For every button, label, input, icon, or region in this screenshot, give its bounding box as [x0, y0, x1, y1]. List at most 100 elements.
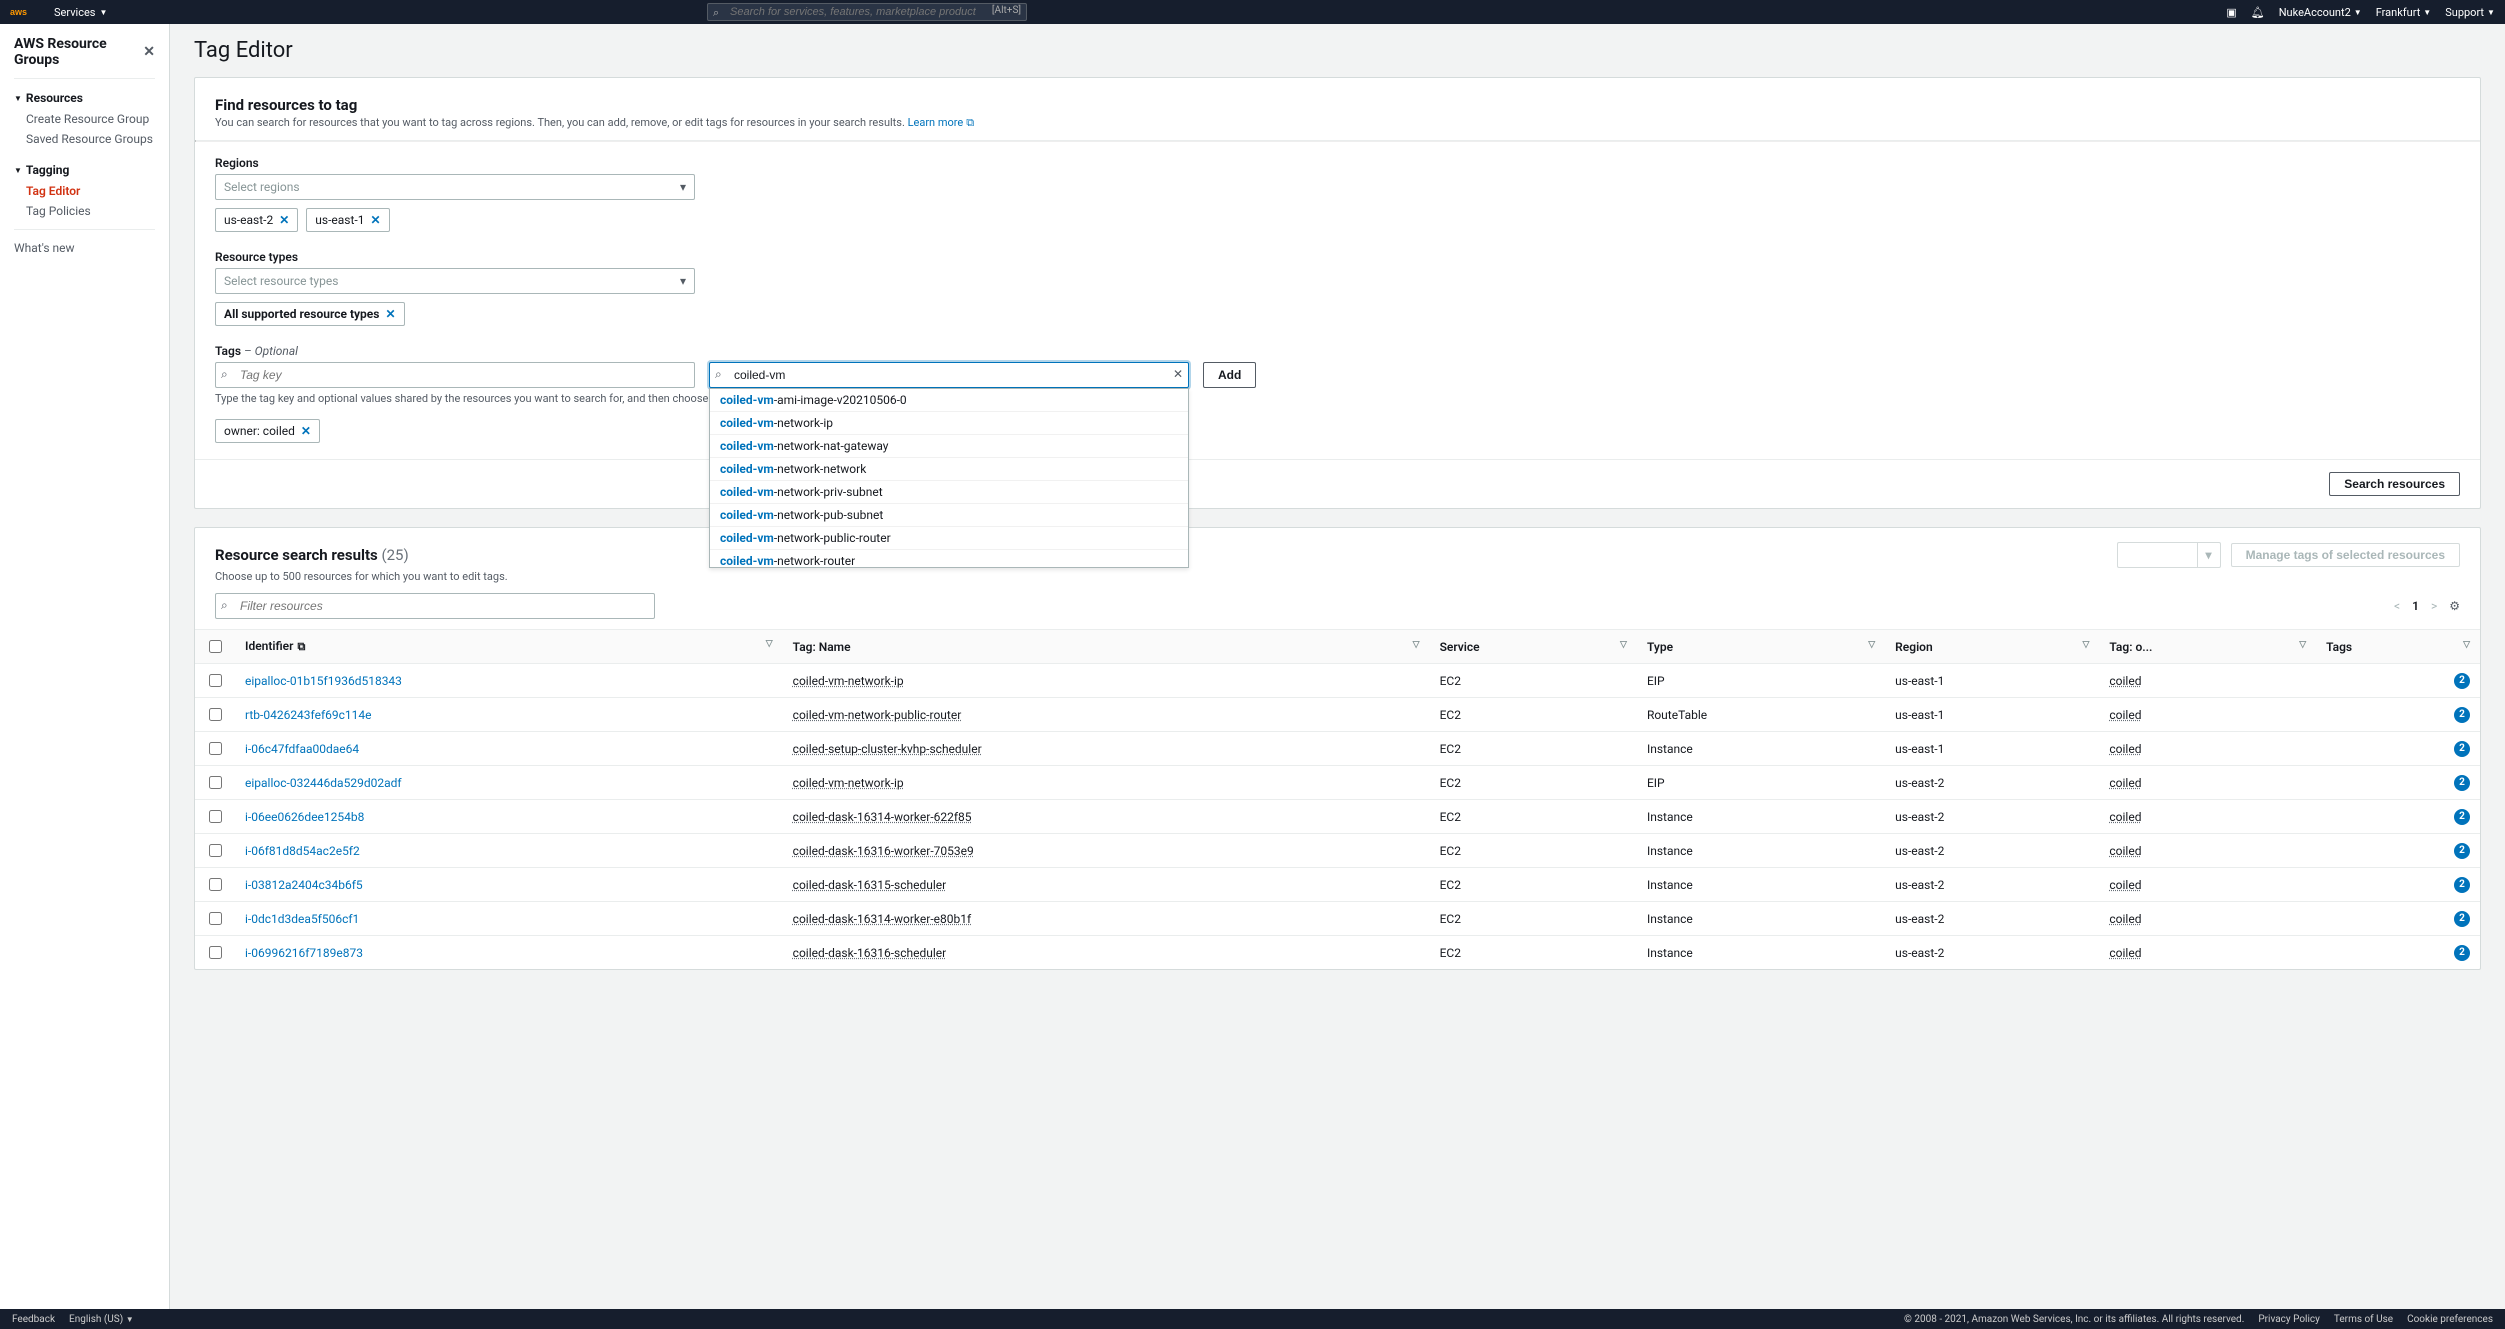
dropdown-option[interactable]: coiled-vm-network-ip — [710, 412, 1188, 435]
tags-count-badge[interactable]: 2 — [2454, 707, 2470, 723]
sidebar-item-tag-editor[interactable]: Tag Editor — [0, 181, 169, 201]
add-button[interactable]: Add — [1203, 362, 1256, 388]
terms-link[interactable]: Terms of Use — [2334, 1314, 2393, 1325]
col-tag-name[interactable]: Tag: Name▽ — [783, 630, 1430, 664]
tag-name-cell[interactable]: coiled-dask-16316-scheduler — [793, 946, 947, 960]
identifier-link[interactable]: rtb-0426243fef69c114e — [245, 708, 371, 722]
tags-count-badge[interactable]: 2 — [2454, 945, 2470, 961]
search-resources-button[interactable]: Search resources — [2329, 472, 2460, 496]
row-checkbox[interactable] — [209, 810, 222, 823]
dropdown-option[interactable]: coiled-vm-ami-image-v20210506-0 — [710, 389, 1188, 412]
filter-resources-input[interactable] — [215, 593, 655, 619]
tag-name-cell[interactable]: coiled-dask-16314-worker-e80b1f — [793, 912, 971, 926]
sidebar-item-whats-new[interactable]: What's new — [0, 238, 169, 258]
clear-input-icon[interactable]: ✕ — [1173, 367, 1183, 381]
settings-icon[interactable]: ⚙ — [2449, 599, 2460, 613]
col-type[interactable]: Type▽ — [1637, 630, 1885, 664]
dropdown-option[interactable]: coiled-vm-network-network — [710, 458, 1188, 481]
dropdown-option[interactable]: coiled-vm-network-pub-subnet — [710, 504, 1188, 527]
row-checkbox[interactable] — [209, 776, 222, 789]
learn-more-link[interactable]: Learn more⧉ — [908, 116, 975, 129]
tag-owner-cell[interactable]: coiled — [2109, 810, 2141, 824]
identifier-link[interactable]: eipalloc-01b15f1936d518343 — [245, 674, 402, 688]
row-checkbox[interactable] — [209, 878, 222, 891]
next-page-icon[interactable]: > — [2431, 599, 2437, 613]
row-checkbox[interactable] — [209, 844, 222, 857]
tags-count-badge[interactable]: 2 — [2454, 877, 2470, 893]
language-menu[interactable]: English (US) ▼ — [69, 1314, 134, 1325]
identifier-link[interactable]: i-06996216f7189e873 — [245, 946, 363, 960]
region-menu[interactable]: Frankfurt▼ — [2376, 6, 2432, 19]
regions-select[interactable]: Select regions ▾ — [215, 174, 695, 200]
resource-types-select[interactable]: Select resource types ▾ — [215, 268, 695, 294]
tag-owner-cell[interactable]: coiled — [2109, 708, 2141, 722]
tag-name-cell[interactable]: coiled-dask-16314-worker-622f85 — [793, 810, 972, 824]
tags-count-badge[interactable]: 2 — [2454, 741, 2470, 757]
external-link-icon: ⧉ — [966, 116, 974, 130]
chip-remove-icon[interactable]: ✕ — [279, 213, 289, 227]
sidebar-section-tagging[interactable]: Tagging — [0, 159, 169, 181]
sidebar-item-create-resource-group[interactable]: Create Resource Group — [0, 109, 169, 129]
services-menu[interactable]: Services ▼ — [54, 6, 107, 19]
row-checkbox[interactable] — [209, 742, 222, 755]
tag-name-cell[interactable]: coiled-setup-cluster-kvhp-scheduler — [793, 742, 982, 756]
prev-page-icon[interactable]: < — [2394, 599, 2400, 613]
identifier-link[interactable]: i-06c47fdfaa00dae64 — [245, 742, 359, 756]
chip-remove-icon[interactable]: ✕ — [370, 213, 380, 227]
export-menu[interactable]: ▾ — [2117, 542, 2221, 568]
tag-owner-cell[interactable]: coiled — [2109, 776, 2141, 790]
tag-owner-cell[interactable]: coiled — [2109, 878, 2141, 892]
tag-name-cell[interactable]: coiled-vm-network-ip — [793, 674, 904, 688]
row-checkbox[interactable] — [209, 674, 222, 687]
sidebar-item-tag-policies[interactable]: Tag Policies — [0, 201, 169, 221]
col-tags[interactable]: Tags▽ — [2316, 630, 2480, 664]
tag-name-cell[interactable]: coiled-dask-16315-scheduler — [793, 878, 947, 892]
row-checkbox[interactable] — [209, 912, 222, 925]
col-region[interactable]: Region▽ — [1885, 630, 2099, 664]
tags-count-badge[interactable]: 2 — [2454, 809, 2470, 825]
support-menu[interactable]: Support▼ — [2445, 6, 2495, 19]
cookies-link[interactable]: Cookie preferences — [2407, 1314, 2493, 1325]
identifier-link[interactable]: i-0dc1d3dea5f506cf1 — [245, 912, 359, 926]
global-search-input[interactable] — [707, 3, 1027, 21]
tag-owner-cell[interactable]: coiled — [2109, 912, 2141, 926]
identifier-link[interactable]: i-06ee0626dee1254b8 — [245, 810, 364, 824]
privacy-link[interactable]: Privacy Policy — [2258, 1314, 2320, 1325]
tag-value-input[interactable] — [709, 362, 1189, 388]
col-tag-owner[interactable]: Tag: o...▽ — [2099, 630, 2316, 664]
notifications-icon[interactable]: 🔔︎ — [2251, 6, 2265, 19]
cloudshell-icon[interactable]: ▣ — [2226, 6, 2236, 19]
tags-count-badge[interactable]: 2 — [2454, 843, 2470, 859]
identifier-link[interactable]: i-03812a2404c34b6f5 — [245, 878, 363, 892]
dropdown-option[interactable]: coiled-vm-network-priv-subnet — [710, 481, 1188, 504]
tag-key-input[interactable] — [215, 362, 695, 388]
dropdown-option[interactable]: coiled-vm-network-nat-gateway — [710, 435, 1188, 458]
col-identifier[interactable]: Identifier⧉▽ — [235, 630, 783, 664]
dropdown-option[interactable]: coiled-vm-network-public-router — [710, 527, 1188, 550]
dropdown-option[interactable]: coiled-vm-network-router — [710, 550, 1188, 568]
identifier-link[interactable]: eipalloc-032446da529d02adf — [245, 776, 402, 790]
row-checkbox[interactable] — [209, 946, 222, 959]
col-service[interactable]: Service▽ — [1430, 630, 1637, 664]
tag-name-cell[interactable]: coiled-vm-network-public-router — [793, 708, 962, 722]
tag-owner-cell[interactable]: coiled — [2109, 742, 2141, 756]
tags-count-badge[interactable]: 2 — [2454, 673, 2470, 689]
tags-count-badge[interactable]: 2 — [2454, 775, 2470, 791]
tag-name-cell[interactable]: coiled-vm-network-ip — [793, 776, 904, 790]
close-icon[interactable]: ✕ — [143, 44, 155, 60]
tag-name-cell[interactable]: coiled-dask-16316-worker-7053e9 — [793, 844, 974, 858]
tag-owner-cell[interactable]: coiled — [2109, 674, 2141, 688]
select-all-checkbox[interactable] — [209, 640, 222, 653]
chip-remove-icon[interactable]: ✕ — [385, 307, 395, 321]
identifier-link[interactable]: i-06f81d8d54ac2e5f2 — [245, 844, 360, 858]
aws-logo[interactable]: aws — [10, 5, 40, 19]
sidebar-section-resources[interactable]: Resources — [0, 87, 169, 109]
account-menu[interactable]: NukeAccount2▼ — [2279, 6, 2362, 19]
tags-count-badge[interactable]: 2 — [2454, 911, 2470, 927]
sidebar-item-saved-resource-groups[interactable]: Saved Resource Groups — [0, 129, 169, 149]
feedback-link[interactable]: Feedback — [12, 1314, 55, 1325]
row-checkbox[interactable] — [209, 708, 222, 721]
chip-remove-icon[interactable]: ✕ — [301, 424, 311, 438]
tag-owner-cell[interactable]: coiled — [2109, 844, 2141, 858]
tag-owner-cell[interactable]: coiled — [2109, 946, 2141, 960]
